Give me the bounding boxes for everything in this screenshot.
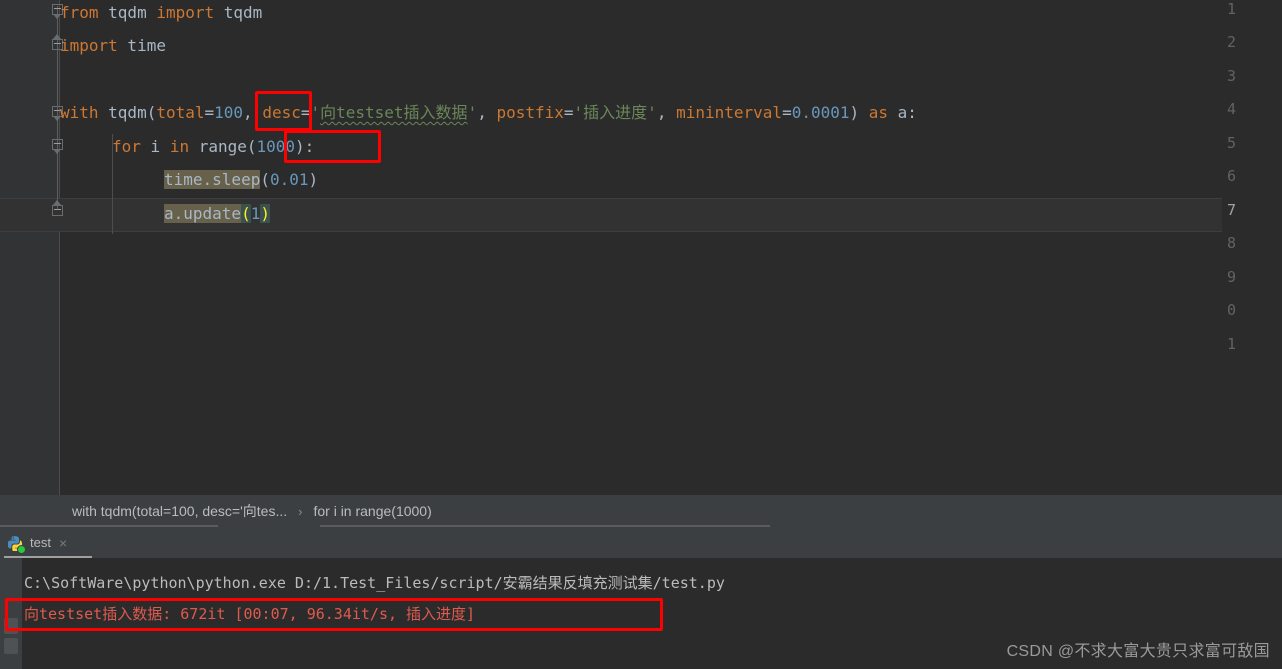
code-line-5[interactable]: for i in range(1000): — [112, 130, 314, 164]
console-toolbar-button[interactable] — [4, 618, 18, 634]
breadcrumb-item-with-statement[interactable]: with tqdm(total=100, desc='向tes... — [70, 501, 289, 521]
ide-window: 1 2 3 4 5 6 7 8 9 0 1 from tqdm import t… — [0, 0, 1282, 669]
breadcrumb[interactable]: with tqdm(total=100, desc='向tes... › for… — [0, 495, 1282, 527]
code-text-area[interactable]: from tqdm import tqdm import time with t… — [60, 0, 1282, 495]
code-editor[interactable]: 1 2 3 4 5 6 7 8 9 0 1 from tqdm import t… — [0, 0, 1282, 495]
code-line-7[interactable]: a.update(1) — [164, 197, 270, 231]
code-line-1[interactable]: from tqdm import tqdm — [60, 0, 262, 30]
console-line-tqdm-output: 向testset插入数据: 672it [00:07, 96.34it/s, 插… — [24, 605, 476, 623]
breadcrumb-item-for-loop[interactable]: for i in range(1000) — [311, 503, 433, 519]
code-line-4[interactable]: with tqdm(total=100, desc='向testset插入数据'… — [60, 96, 917, 130]
watermark: CSDN @不求大富大贵只求富可敌国 — [1006, 643, 1270, 660]
console-toolbar[interactable] — [0, 558, 22, 669]
close-icon[interactable]: × — [59, 536, 67, 550]
run-tool-window: test × C:\SoftWare\python\python.exe D:/… — [0, 527, 1282, 669]
line-number-gutter[interactable] — [0, 0, 60, 495]
breadcrumb-separator-icon: › — [298, 503, 303, 519]
python-icon — [7, 535, 26, 554]
run-status-indicator-icon — [17, 544, 26, 554]
run-tab-label: test — [30, 535, 51, 550]
code-line-6[interactable]: time.sleep(0.01) — [164, 163, 318, 197]
run-tab-bar: test × — [0, 527, 1282, 558]
run-tab-test[interactable]: test × — [0, 527, 92, 558]
console-toolbar-button[interactable] — [4, 638, 18, 654]
console-line-command: C:\SoftWare\python\python.exe D:/1.Test_… — [24, 574, 725, 592]
code-line-2[interactable]: import time — [60, 29, 166, 63]
